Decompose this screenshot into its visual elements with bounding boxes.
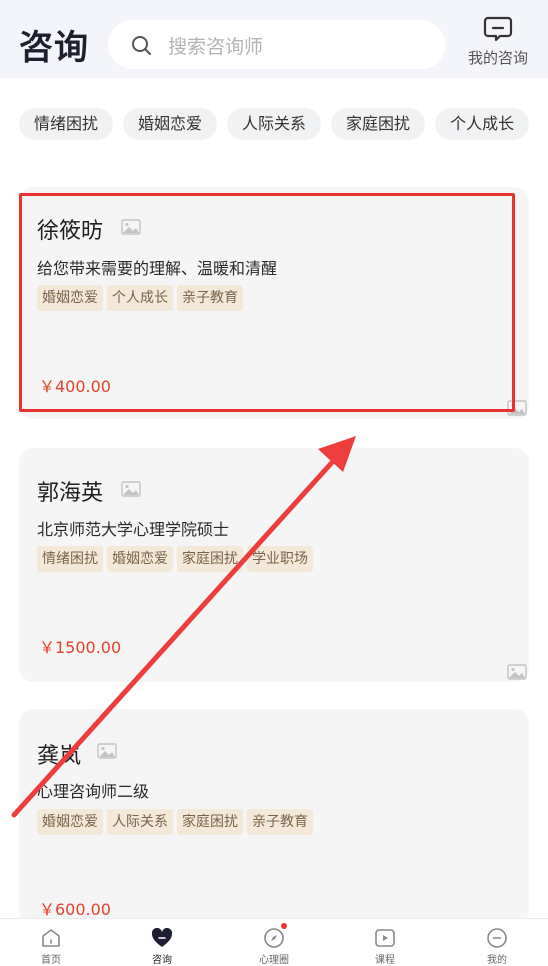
profile-icon [487,928,507,948]
nav-item-profile[interactable]: 我的 [442,919,548,966]
counselor-description: 心理咨询师二级 [37,782,150,801]
counselor-name: 龚岚 [37,744,82,769]
consult-page: 咨询 搜索咨询师 我的咨询 情绪困扰 婚姻恋爱 人际关系 家庭困扰 个人成长 徐筱昉 [0,0,548,966]
counselor-price: ￥1500.00 [39,638,122,657]
compass-icon [264,928,284,948]
home-icon [42,929,60,947]
nav-label: 我的 [487,955,507,966]
my-consult-label: 我的咨询 [467,49,528,67]
my-consult-button[interactable]: 我的咨询 [458,12,538,72]
notification-dot [281,923,287,929]
nav-item-courses[interactable]: 课程 [330,919,440,966]
search-placeholder: 搜索咨询师 [168,36,264,58]
highlight-box [19,193,515,412]
category-chip[interactable]: 情绪困扰 [19,108,114,140]
chat-bubble-icon [483,16,513,42]
category-chip[interactable]: 婚姻恋爱 [123,108,218,140]
tag: 亲子教育 [247,809,313,835]
counselor-card[interactable]: 郭海英 北京师范大学心理学院硕士 情绪困扰 婚姻恋爱 家庭困扰 学业职场 ￥1500.… [19,448,529,682]
nav-label: 课程 [375,955,395,966]
nav-label: 咨询 [152,955,172,966]
bottom-nav: 首页 咨询 心理圈 课程 我的 [0,918,548,966]
counselor-price: ￥600.00 [39,900,111,919]
image-placeholder-icon [121,481,141,497]
counselor-tags: 情绪困扰 婚姻恋爱 家庭困扰 学业职场 [37,546,317,572]
counselor-description: 北京师范大学心理学院硕士 [37,520,230,539]
nav-label: 心理圈 [259,955,289,966]
tag: 人际关系 [107,809,173,835]
counselor-card[interactable]: 龚岚 心理咨询师二级 婚姻恋爱 人际关系 家庭困扰 亲子教育 ￥600.00 [19,709,529,924]
counselor-tags: 婚姻恋爱 人际关系 家庭困扰 亲子教育 [37,809,317,835]
search-input[interactable]: 搜索咨询师 [108,20,445,69]
image-placeholder-icon [97,743,117,759]
category-chip[interactable]: 家庭困扰 [331,108,426,140]
tag: 家庭困扰 [177,546,243,572]
play-icon [375,929,395,947]
counselor-name: 郭海英 [37,481,104,506]
category-chips: 情绪困扰 婚姻恋爱 人际关系 家庭困扰 个人成长 [19,108,548,142]
search-icon [132,36,151,55]
category-chip[interactable]: 个人成长 [435,108,530,140]
heart-chat-icon [151,927,173,947]
image-placeholder-icon [507,664,527,680]
tag: 家庭困扰 [177,809,243,835]
page-title: 咨询 [19,28,89,68]
tag: 婚姻恋爱 [37,809,103,835]
nav-item-consult[interactable]: 咨询 [107,919,217,966]
nav-label: 首页 [41,955,61,966]
category-chip[interactable]: 人际关系 [227,108,322,140]
nav-item-circle[interactable]: 心理圈 [219,919,329,966]
tag: 情绪困扰 [37,546,103,572]
nav-item-home[interactable]: 首页 [0,919,106,966]
tag: 婚姻恋爱 [107,546,173,572]
tag: 学业职场 [247,546,313,572]
header: 咨询 搜索咨询师 我的咨询 [0,0,548,78]
